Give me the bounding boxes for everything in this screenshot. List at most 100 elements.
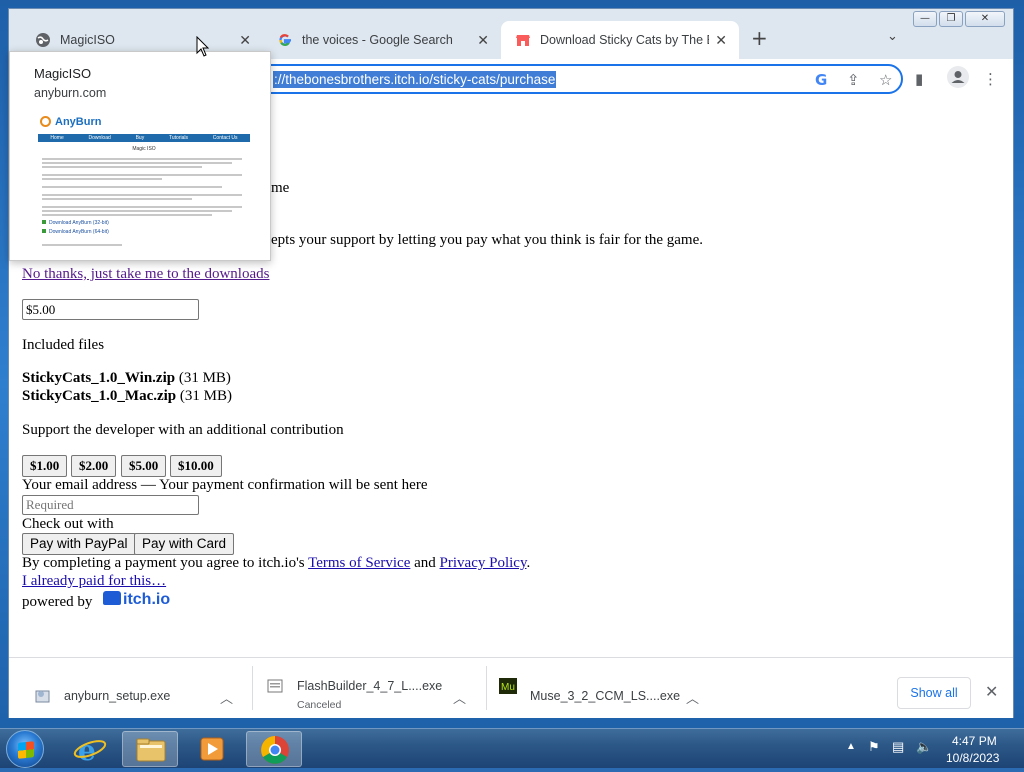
preview-text-line [42,162,232,164]
internet-explorer-icon: e [73,734,107,767]
chrome-icon [261,736,289,764]
share-icon[interactable]: ⇪ [847,71,860,89]
preview-text-line [42,244,122,246]
amount-10-button[interactable]: $10.00 [170,455,222,477]
preview-download-link: Download AnyBurn (32-bit) [42,220,109,226]
chevron-up-icon[interactable]: ︿ [686,688,699,707]
address-bar[interactable]: ://thebonesbrothers.itch.io/sticky-cats/… [223,64,903,94]
close-icon[interactable]: ✕ [985,682,998,702]
hover-card-preview: AnyBurn Home Download Buy Tutorials Cont… [34,112,254,256]
internet-explorer-taskbar-button[interactable]: e [62,731,118,767]
itchio-logo-text: itch.io [123,591,171,608]
preview-text-line [42,198,192,200]
price-input[interactable] [22,299,199,320]
checkout-label: Check out with [22,516,114,532]
hover-card-title: MagicISO [34,66,92,81]
file-row: StickyCats_1.0_Mac.zip (31 MB) [22,388,232,405]
preview-text-line [42,214,212,216]
media-player-taskbar-button[interactable] [184,731,240,767]
preview-text-line [42,174,242,176]
windows-logo-icon [18,741,34,759]
installer-icon [35,688,51,704]
preview-nav-item: Contact Us [212,135,238,141]
amount-1-button[interactable]: $1.00 [22,455,68,477]
close-icon[interactable]: ✕ [715,32,727,49]
preview-text-line [42,210,232,212]
tab-title: Download Sticky Cats by The Bo [540,33,710,47]
show-hidden-icons-icon[interactable]: ▲ [846,741,856,752]
volume-icon[interactable]: 🔈 [916,739,932,755]
included-files-label: Included files [22,337,105,353]
preview-nav: Home Download Buy Tutorials Contact Us [38,134,250,142]
itchio-logo[interactable]: itch.io [103,591,170,609]
globe-icon [35,32,51,48]
close-icon[interactable]: ✕ [477,32,489,49]
privacy-policy-link[interactable]: Privacy Policy [440,555,527,571]
file-explorer-taskbar-button[interactable] [122,731,178,767]
file-size: (31 MB) [179,388,232,404]
chevron-up-icon[interactable]: ︿ [220,688,233,707]
download-name: FlashBuilder_4_7_L....exe [297,679,443,693]
chevron-down-icon[interactable]: ⌄ [887,29,898,44]
side-panel-icon[interactable]: ▮ [915,70,923,88]
preview-text-line [42,158,242,160]
google-lens-icon[interactable]: G [815,71,827,89]
pay-with-paypal-button[interactable]: Pay with PayPal [22,533,136,555]
amount-2-button[interactable]: $2.00 [71,455,117,477]
already-paid-link[interactable]: I already paid for this… [22,573,166,590]
tab-title: the voices - Google Search [302,33,453,47]
close-icon[interactable]: ✕ [239,32,251,49]
new-tab-button[interactable]: + [751,28,768,48]
download-name: anyburn_setup.exe [64,689,171,703]
clock-time[interactable]: 4:47 PM [952,734,997,748]
preview-text-line [42,178,162,180]
amount-5-button[interactable]: $5.00 [121,455,167,477]
download-item[interactable]: anyburn_setup.exe ︿ [9,658,251,719]
download-item[interactable]: FlashBuilder_4_7_L....exe Canceled ︿ [253,658,485,719]
window-controls: — ❐ ✕ [913,11,1005,27]
download-item[interactable]: Mu Muse_3_2_CCM_LS....exe ︿ [487,658,719,719]
kebab-menu-icon[interactable]: ⋮ [983,70,998,88]
restore-button[interactable]: ❐ [939,11,963,27]
intro-text: epts your support by letting you pay wha… [271,232,704,248]
no-thanks-link[interactable]: No thanks, just take me to the downloads [22,266,269,283]
terms-of-service-link[interactable]: Terms of Service [308,555,410,571]
google-icon [277,32,293,48]
action-center-icon[interactable]: ⚑ [868,739,880,755]
start-button[interactable] [6,730,44,768]
folder-icon [136,738,166,762]
chevron-up-icon[interactable]: ︿ [453,688,466,707]
svg-text:Mu: Mu [501,682,515,693]
preview-nav-item: Buy [135,135,145,141]
email-field[interactable] [22,495,199,515]
minimize-button[interactable]: — [913,11,937,27]
network-icon[interactable]: ▤ [892,739,904,755]
itchio-icon [515,32,531,48]
mouse-cursor-icon [196,36,210,57]
star-icon[interactable]: ☆ [879,71,892,89]
preview-download-link: Download AnyBurn (64-bit) [42,229,109,235]
show-all-button[interactable]: Show all [897,677,971,709]
agreement-text: By completing a payment you agree to itc… [22,555,530,572]
anyburn-logo: AnyBurn [40,116,101,128]
game-title-partial: me [271,180,290,196]
preview-nav-item: Download [88,135,111,141]
file-row: StickyCats_1.0_Win.zip (31 MB) [22,370,231,387]
tab-sticky-cats[interactable]: Download Sticky Cats by The Bo ✕ [501,21,739,59]
tab-google-search[interactable]: the voices - Google Search ✕ [263,21,501,59]
chrome-taskbar-button[interactable] [246,731,302,767]
powered-by-label: powered by [22,594,93,610]
clock-date[interactable]: 10/8/2023 [946,751,999,765]
support-label: Support the developer with an additional… [22,422,344,438]
tab-hover-card: MagicISO anyburn.com AnyBurn Home Downlo… [9,51,271,261]
close-window-button[interactable]: ✕ [965,11,1005,27]
taskbar: e ▲ ⚑ ▤ 🔈 4:47 PM 10/8/2023 [0,728,1024,768]
pay-with-card-button[interactable]: Pay with Card [134,533,235,555]
hover-card-domain: anyburn.com [34,86,107,100]
download-name: Muse_3_2_CCM_LS....exe [530,689,681,703]
itchio-logo-icon [103,591,121,605]
profile-icon[interactable] [947,66,969,92]
agreement-prefix: By completing a payment you agree to itc… [22,555,305,571]
download-status: Canceled [297,699,342,711]
agreement-and: and [414,555,436,571]
